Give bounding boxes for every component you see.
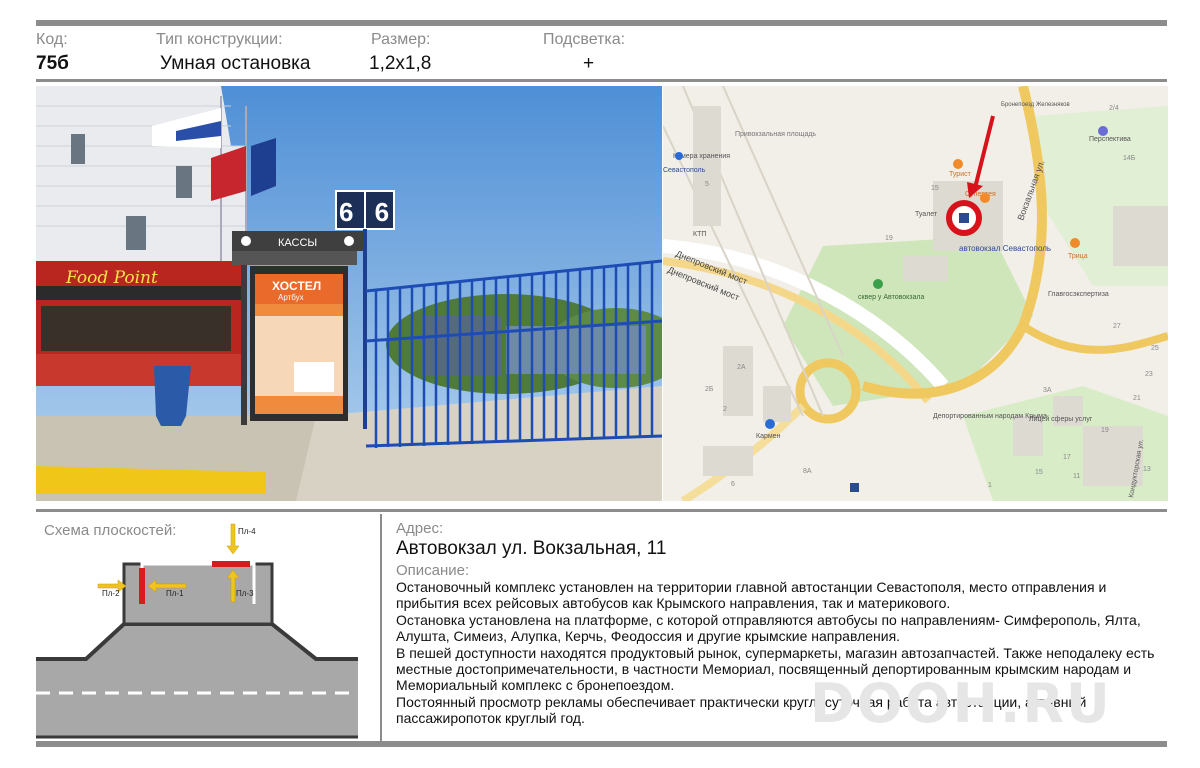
type-value: Умная остановка	[160, 53, 311, 74]
light-value: +	[583, 53, 595, 74]
map-station: автовокзал Севастополь	[959, 244, 1051, 253]
planes-scheme: Схема плоскостей: Пл-4 Пл-2 Пл-1 Пл-3	[36, 514, 380, 739]
watermark: DOOH.RU	[810, 672, 1112, 735]
size-label: Размер:	[371, 31, 431, 48]
map-house-number: 14Б	[1123, 155, 1136, 162]
map-house-number: 2Б	[705, 386, 714, 393]
map-tualet: Туалет	[915, 211, 938, 218]
map-house-number: 11	[1073, 473, 1080, 480]
address-value: Автовокзал ул. Вокзальная, 11	[396, 538, 667, 559]
map-house-number: 5	[705, 181, 709, 188]
map-pin-icon	[1070, 238, 1080, 248]
map-house-number: 19	[885, 235, 893, 242]
map-skver: сквер у Автовокзала	[858, 294, 924, 301]
map-perspektiva: Перспектива	[1089, 136, 1131, 143]
middle-rule	[36, 509, 1167, 512]
light-label: Подсветка:	[543, 31, 626, 48]
code-value: 75б	[36, 53, 69, 74]
top-rule	[36, 20, 1167, 26]
map-house-number: 1	[988, 482, 992, 489]
map-privokzal: Привокзальная площадь	[735, 131, 816, 138]
ad-title: ХОСТЕЛ	[272, 279, 321, 293]
cashier-sign: КАССЫ	[278, 237, 317, 249]
plane-label-pl2: Пл-2	[102, 589, 120, 598]
ad-sub: Артбух	[278, 293, 304, 302]
plane-label-pl1: Пл-1	[166, 589, 184, 598]
map-pin-icon	[765, 419, 775, 429]
map-pin-icon	[1098, 126, 1108, 136]
type-label: Тип конструкции:	[156, 31, 283, 48]
map-house-number: 17	[1063, 454, 1071, 461]
size-value: 1,2х1,8	[369, 53, 432, 74]
map-karmen: Кармен	[756, 433, 781, 440]
map-house-number: 21	[1133, 395, 1141, 402]
map-house-number: 2	[723, 406, 727, 413]
map-turist: Турист	[949, 171, 972, 178]
map-pin-icon	[953, 159, 963, 169]
map-house-number: 23	[1145, 371, 1153, 378]
platform-sign: 6 6	[339, 197, 396, 227]
map-house-number: 25	[1151, 345, 1159, 352]
plane-label-pl4: Пл-4	[238, 527, 256, 536]
location-map[interactable]: Привокзальная площадь Камера хранения Се…	[663, 86, 1168, 501]
code-label: Код:	[36, 31, 68, 48]
map-house-number: 15	[931, 185, 939, 192]
description-paragraph: Остановочный комплекс установлен на терр…	[396, 579, 1107, 612]
address-label: Адрес:	[396, 520, 444, 537]
map-ktp: КТП	[693, 231, 706, 238]
header-bottom-rule	[36, 79, 1167, 82]
map-house-number: 15	[1035, 469, 1043, 476]
map-pin-icon	[675, 152, 683, 160]
description-paragraph: Остановка установлена на платформе, с ко…	[396, 611, 1141, 645]
scheme-label: Схема плоскостей:	[44, 522, 176, 539]
map-sevastopol: Севастополь	[663, 167, 706, 174]
bus-stop-icon	[850, 483, 859, 492]
map-house-number: 27	[1113, 323, 1121, 330]
map-pin-icon	[873, 279, 883, 289]
map-bronepoezd: Бронепоезд Железняков	[1001, 102, 1070, 108]
map-house-number: 2А	[737, 364, 746, 371]
map-house-number: 3А	[1043, 387, 1052, 394]
map-liceum: Лицей сферы услуг	[1029, 415, 1093, 423]
cafe-sign: Food Point	[65, 268, 158, 288]
map-house-number: 19	[1101, 427, 1109, 434]
map-house-number: 6	[731, 481, 735, 488]
map-glavgos: Главгосэкспертиза	[1048, 291, 1109, 298]
map-house-number: 2/4	[1109, 105, 1119, 112]
site-photo: Food Point КАССЫ ХОСТЕЛ Артбух 6 6	[36, 86, 662, 501]
map-tryca: Трица	[1068, 253, 1088, 260]
map-pin-icon	[980, 193, 990, 203]
description-label: Описание:	[396, 562, 470, 579]
bottom-rule	[36, 741, 1167, 747]
vertical-separator	[380, 514, 382, 741]
map-house-number: 13	[1143, 466, 1151, 473]
map-house-number: 8А	[803, 468, 812, 475]
plane-label-pl3: Пл-3	[236, 589, 254, 598]
